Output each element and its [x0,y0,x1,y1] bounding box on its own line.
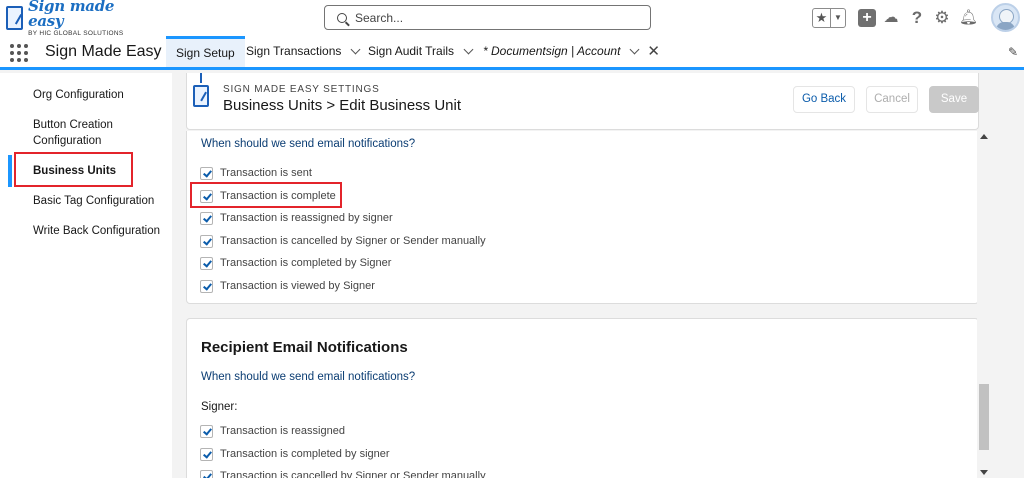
scroll-thumb[interactable] [979,384,989,450]
checkbox-row[interactable]: Transaction is cancelled by Signer or Se… [200,468,486,478]
go-back-button[interactable]: Go Back [793,86,855,113]
tab-documentsign-account[interactable]: * Documentsign | Account ✕ [483,36,660,67]
chevron-down-icon[interactable] [463,44,474,55]
checkbox-label: Transaction is reassigned [220,425,345,437]
active-indicator [8,155,12,187]
scroll-up-arrow-icon[interactable] [980,134,988,139]
chevron-down-icon[interactable]: ▼ [831,9,845,27]
app-launcher-icon[interactable] [10,44,28,62]
global-header: Sign made easy BY HIC GLOBAL SOLUTIONS ★… [0,0,1024,36]
cancel-button[interactable]: Cancel [866,86,918,113]
gear-icon[interactable]: ⚙ [933,9,951,27]
checkbox-row[interactable]: Transaction is reassigned by signer [200,210,393,226]
menu-item-button-creation-configuration[interactable]: Button Creation Configuration [33,117,143,149]
main-content: SIGN MADE EASY SETTINGS Business Units >… [172,73,1024,478]
checkbox-row[interactable]: Transaction is cancelled by Signer or Se… [200,233,486,249]
search-icon [337,12,347,23]
checkbox[interactable] [200,279,213,293]
vertical-scrollbar[interactable] [977,130,991,478]
scroll-down-arrow-icon[interactable] [980,470,988,475]
checkbox-row[interactable]: Transaction is sent [200,165,312,181]
tab-label: * Documentsign | Account [483,44,621,58]
section-title: Recipient Email Notifications [201,339,408,356]
global-search[interactable] [324,5,651,30]
section-question: When should we send email notifications? [201,371,416,383]
checkbox-row[interactable]: Transaction is completed by Signer [200,255,391,271]
checkbox[interactable] [200,447,213,461]
checkbox-label: Transaction is viewed by Signer [220,280,375,292]
edit-nav-icon[interactable]: ✎ [1008,45,1020,59]
menu-item-basic-tag-configuration[interactable]: Basic Tag Configuration [33,193,154,209]
chevron-down-icon[interactable] [350,44,361,55]
checkbox[interactable] [200,234,213,248]
checkbox-label: Transaction is completed by Signer [220,257,392,269]
avatar[interactable] [991,3,1020,32]
checkbox-row[interactable]: Transaction is complete [200,188,336,204]
recipient-notifications-card: Recipient Email Notifications When shoul… [186,318,979,478]
menu-item-business-units[interactable]: Business Units [33,163,116,179]
checkbox[interactable] [200,211,213,225]
tab-label: Sign Setup [176,46,235,60]
app-name: Sign Made Easy [45,43,162,60]
checkbox-label: Transaction is reassigned by signer [220,212,393,224]
checkbox[interactable] [200,424,213,438]
save-button[interactable]: Save [929,86,979,113]
bell-icon[interactable]: 🔔︎ [959,9,978,27]
help-icon[interactable]: ? [908,9,926,27]
checkbox-label: Transaction is cancelled by Signer or Se… [220,235,486,247]
chevron-down-icon[interactable] [629,44,640,55]
menu-item-write-back-configuration[interactable]: Write Back Configuration [33,223,160,239]
close-icon[interactable]: ✕ [647,36,660,67]
checkbox-label: Transaction is complete [220,190,336,202]
sign-made-easy-logo-icon [6,6,24,30]
checkbox[interactable] [200,256,213,270]
checkbox-row[interactable]: Transaction is reassigned [200,423,345,439]
settings-page-header: SIGN MADE EASY SETTINGS Business Units >… [186,73,979,130]
settings-left-menu: Org Configuration Button Creation Config… [0,73,172,478]
checkbox[interactable] [200,166,213,180]
search-input[interactable] [355,10,635,25]
signer-label: Signer: [201,401,238,413]
tab-label: Sign Transactions [246,44,342,58]
menu-item-org-configuration[interactable]: Org Configuration [33,87,124,103]
sender-notifications-card: When should we send email notifications?… [186,131,979,304]
star-icon[interactable]: ★ [813,9,831,27]
checkbox-label: Transaction is cancelled by Signer or Se… [220,470,486,478]
page-eyebrow: SIGN MADE EASY SETTINGS [223,84,380,95]
document-sign-icon [193,85,209,107]
checkbox-label: Transaction is sent [220,167,312,179]
checkbox[interactable] [200,189,213,203]
tab-sign-setup[interactable]: Sign Setup [166,36,245,67]
app-nav-bar: Sign Made Easy Sign Setup Sign Transacti… [0,36,1024,70]
tab-sign-transactions[interactable]: Sign Transactions [246,36,361,67]
trailhead-icon[interactable]: ☁ [882,9,900,27]
tab-label: Sign Audit Trails [368,44,455,58]
checkbox-row[interactable]: Transaction is completed by signer [200,446,390,462]
checkbox-label: Transaction is completed by signer [220,448,390,460]
checkbox-row[interactable]: Transaction is viewed by Signer [200,278,375,294]
section-question: When should we send email notifications? [201,138,416,150]
tab-sign-audit-trails[interactable]: Sign Audit Trails [368,36,474,67]
page-title: Business Units > Edit Business Unit [223,97,462,114]
favorites-button[interactable]: ★ ▼ [812,8,846,28]
brand-title: Sign made easy [28,0,115,30]
checkbox[interactable] [200,469,213,478]
add-icon[interactable]: + [858,9,876,27]
brand-logo[interactable]: Sign made easy BY HIC GLOBAL SOLUTIONS [6,0,146,36]
